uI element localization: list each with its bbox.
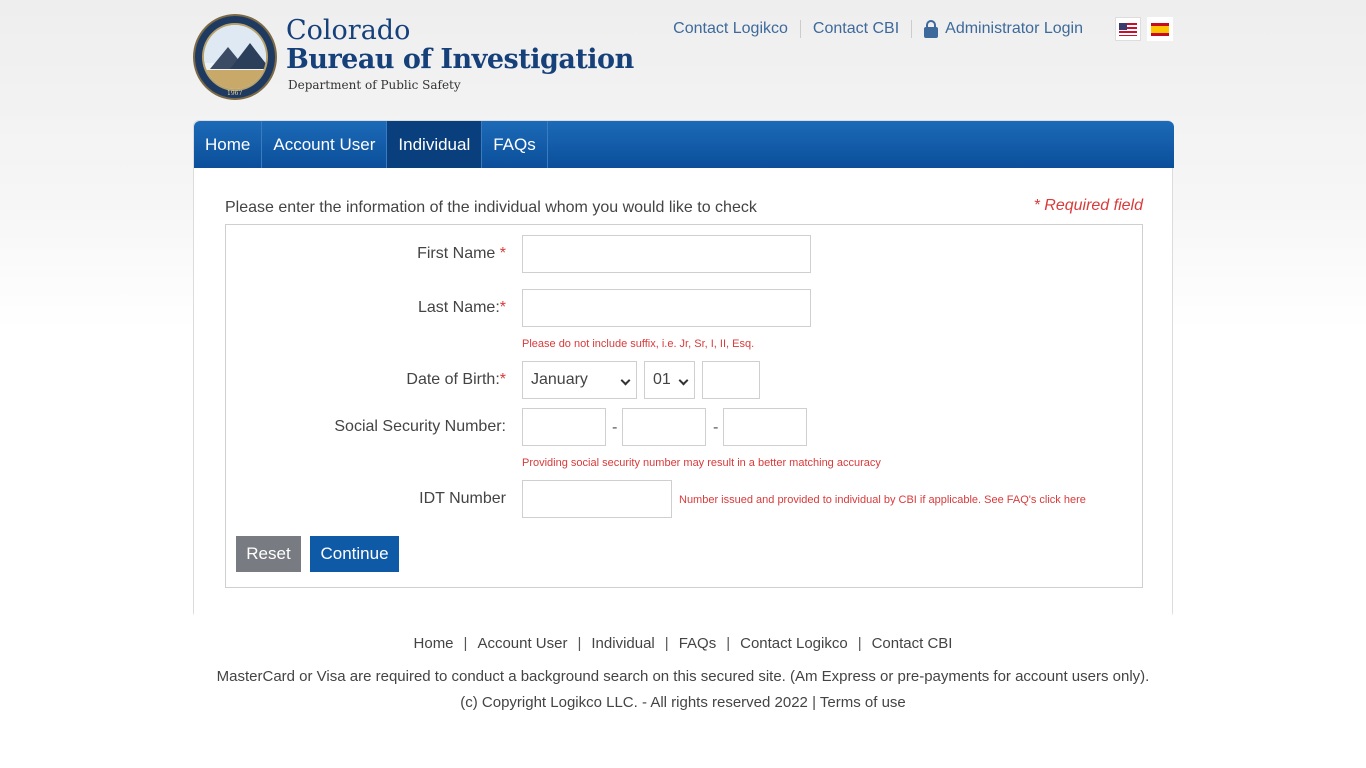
footer-link-faqs[interactable]: FAQs <box>679 635 717 652</box>
contact-cbi-link[interactable]: Contact CBI <box>801 20 913 38</box>
required-field-note: * Required field <box>1033 197 1143 214</box>
nav-item-home[interactable]: Home <box>194 121 263 168</box>
individual-form: First Name * Last Name:* Please do not i… <box>225 224 1143 588</box>
footer-link-individual[interactable]: Individual <box>591 635 654 652</box>
dob-month-select[interactable]: January <box>522 361 637 399</box>
footer-link-contact-cbi[interactable]: Contact CBI <box>872 635 953 652</box>
nav-item-account-user[interactable]: Account User <box>262 121 388 168</box>
first-name-input[interactable] <box>522 235 811 273</box>
footer-link-account-user[interactable]: Account User <box>477 635 567 652</box>
site-subtitle: Department of Public Safety <box>288 78 461 92</box>
main-panel: Home Account User Individual FAQs Please… <box>193 120 1174 618</box>
cbi-seal-logo[interactable]: 1967 <box>193 14 277 100</box>
admin-login-label: Administrator Login <box>945 20 1083 37</box>
copyright-text: (c) Copyright Logikco LLC. - All rights … <box>460 694 808 711</box>
lock-icon <box>924 20 939 38</box>
dob-day-value: 01 <box>653 371 671 388</box>
site-title-colorado: Colorado <box>286 15 411 46</box>
idt-number-input[interactable] <box>522 480 672 518</box>
spain-flag-icon[interactable] <box>1147 17 1173 41</box>
reset-button[interactable]: Reset <box>236 536 301 572</box>
ssn-hint: Providing social security number may res… <box>522 457 881 469</box>
dob-month-value: January <box>531 371 588 388</box>
us-flag-icon[interactable] <box>1115 17 1141 41</box>
footer-link-home[interactable]: Home <box>414 635 454 652</box>
seal-year: 1967 <box>227 90 243 97</box>
idt-hint-link[interactable]: Number issued and provided to individual… <box>679 494 1086 506</box>
chevron-down-icon <box>678 375 689 386</box>
ssn-label: Social Security Number: <box>334 418 506 435</box>
seal-emblem <box>202 23 268 91</box>
continue-button[interactable]: Continue <box>310 536 399 572</box>
ssn-part1-input[interactable] <box>522 408 606 446</box>
footer-link-contact-logikco[interactable]: Contact Logikco <box>740 635 848 652</box>
footer-links: Home | Account User | Individual | FAQs | Contac… <box>413 635 953 652</box>
first-name-label: First Name * <box>417 245 506 262</box>
admin-login-link[interactable]: Administrator Login <box>912 20 1109 38</box>
terms-of-use-link[interactable]: Terms of use <box>820 694 906 711</box>
ssn-part3-input[interactable] <box>723 408 807 446</box>
ssn-dash-1: - <box>612 418 618 436</box>
idt-label: IDT Number <box>419 490 506 507</box>
copyright-line: (c) Copyright Logikco LLC. - All rights … <box>460 694 906 711</box>
ssn-part2-input[interactable] <box>622 408 706 446</box>
last-name-label: Last Name:* <box>417 299 506 316</box>
site-title-bureau: Bureau of Investigation <box>286 44 634 75</box>
suffix-hint: Please do not include suffix, i.e. Jr, S… <box>522 338 755 350</box>
dob-label: Date of Birth:* <box>406 371 506 388</box>
nav-item-individual[interactable]: Individual <box>387 121 483 168</box>
dob-year-input[interactable] <box>702 361 760 399</box>
payment-note: MasterCard or Visa are required to condu… <box>216 668 1150 685</box>
top-links: Contact Logikco Contact CBI Administrato… <box>661 16 1173 42</box>
form-intro: Please enter the information of the indi… <box>225 199 757 216</box>
ssn-dash-2: - <box>713 418 719 436</box>
nav-item-faqs[interactable]: FAQs <box>482 121 548 168</box>
form-content: Please enter the information of the indi… <box>194 168 1172 618</box>
last-name-input[interactable] <box>522 289 811 327</box>
contact-logikco-link[interactable]: Contact Logikco <box>661 20 801 38</box>
site-header: 1967 Colorado Bureau of Investigation De… <box>193 14 1173 114</box>
dob-day-select[interactable]: 01 <box>644 361 695 399</box>
main-nav: Home Account User Individual FAQs <box>194 121 1174 168</box>
chevron-down-icon <box>620 375 631 386</box>
